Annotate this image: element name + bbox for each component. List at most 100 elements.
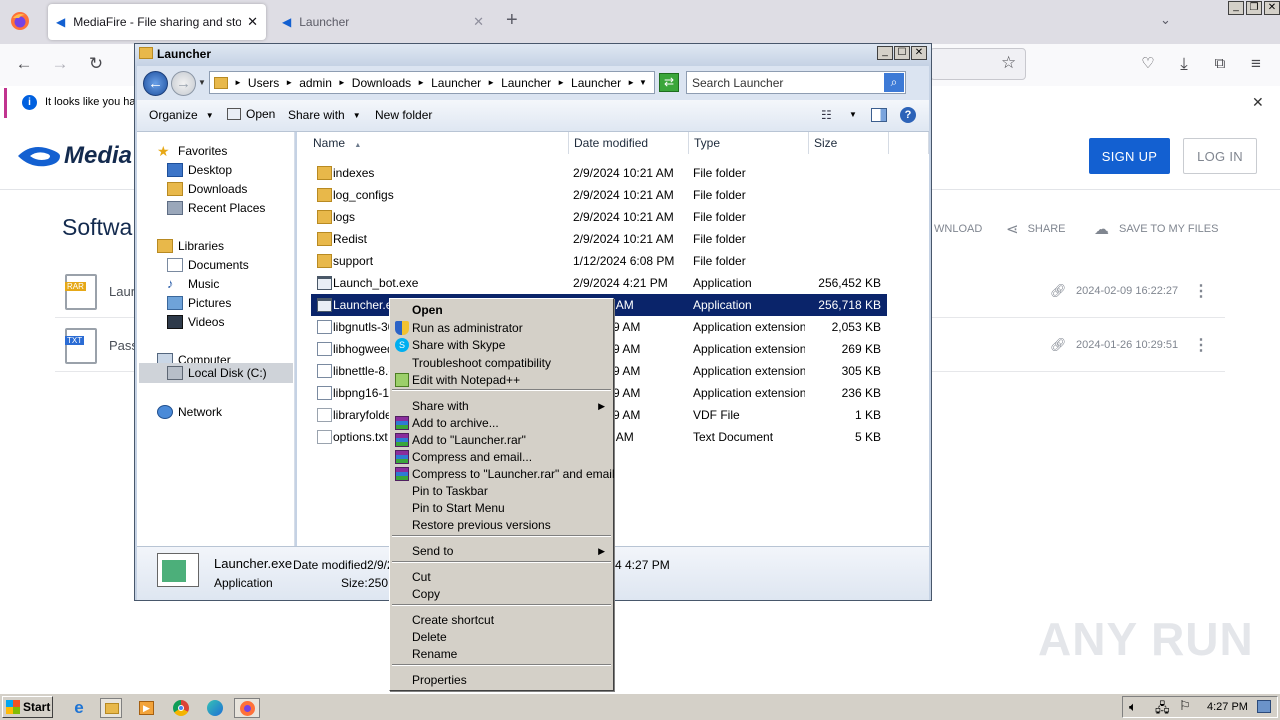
network-node[interactable]: Network (157, 405, 222, 419)
pocket-icon[interactable]: ♡ (1136, 52, 1160, 76)
media-player-icon[interactable]: ▶ (136, 698, 158, 718)
context-menu-item[interactable]: Compress to "Launcher.rar" and email (392, 466, 615, 483)
breadcrumb-launcher[interactable]: Launcher (501, 76, 551, 90)
column-header-date[interactable]: Date modified (569, 132, 689, 154)
reload-icon[interactable]: ↻ (84, 52, 108, 76)
breadcrumb-downloads[interactable]: Downloads (352, 76, 411, 90)
sign-up-button[interactable]: SIGN UP (1089, 138, 1170, 174)
close-tab-icon[interactable]: ✕ (247, 14, 258, 30)
context-menu-item[interactable]: Add to "Launcher.rar" (392, 432, 611, 449)
breadcrumb-users[interactable]: Users (248, 76, 279, 90)
views-dropdown-icon[interactable]: ▼ (849, 110, 857, 119)
search-input[interactable]: Search Launcher ⌕ (686, 71, 906, 94)
file-list-row[interactable]: Launch_bot.exe 2/9/2024 4:21 PM Applicatio… (311, 272, 887, 294)
file-list-row[interactable]: indexes 2/9/2024 10:21 AM File folder (311, 162, 887, 184)
tab-launcher[interactable]: ◀ Launcher ✕ (274, 4, 492, 40)
tab-mediafire[interactable]: ◀ MediaFire - File sharing and storag ✕ (48, 4, 266, 40)
open-button[interactable]: Open (227, 107, 275, 121)
preview-pane-icon[interactable] (871, 108, 887, 122)
context-menu-item[interactable]: Send to ▶ (392, 543, 611, 560)
help-icon[interactable]: ? (900, 107, 916, 123)
column-header-type[interactable]: Type (689, 132, 809, 154)
clock[interactable]: 4:27 PM (1207, 701, 1248, 713)
context-menu-item[interactable]: Delete (392, 629, 611, 646)
breadcrumb-launcher[interactable]: Launcher (571, 76, 621, 90)
context-menu-item[interactable]: Share with ▶ (392, 398, 611, 415)
extensions-icon[interactable]: ⧉ (1208, 52, 1232, 76)
restore-icon[interactable]: ❐ (1246, 1, 1262, 15)
save-to-my-files-action[interactable]: ☁ SAVE TO MY FILES (1094, 220, 1218, 238)
file-name[interactable]: Laur (109, 284, 135, 299)
maximize-icon[interactable]: ☐ (894, 46, 910, 60)
action-center-flag-icon[interactable]: ⚐ (1179, 698, 1191, 714)
forward-button[interactable]: → (171, 71, 196, 96)
file-list-row[interactable]: log_configs 2/9/2024 10:21 AM File folder (311, 184, 887, 206)
context-menu-item[interactable]: Troubleshoot compatibility (392, 355, 611, 372)
libraries-node[interactable]: Libraries (157, 239, 224, 253)
nav-videos[interactable]: Videos (167, 315, 224, 329)
nav-documents[interactable]: Documents (167, 258, 249, 272)
nav-downloads[interactable]: Downloads (167, 182, 247, 196)
context-menu-item[interactable]: S Share with Skype (392, 337, 611, 354)
column-header-name[interactable]: Name ▲ (307, 132, 569, 154)
context-menu-item[interactable]: Edit with Notepad++ (392, 372, 611, 389)
file-list-row[interactable]: Redist 2/9/2024 10:21 AM File folder (311, 228, 887, 250)
show-desktop-icon[interactable] (1257, 700, 1271, 713)
context-menu-item[interactable]: Run as administrator (392, 320, 611, 337)
internet-explorer-icon[interactable]: e (68, 698, 90, 718)
firefox-menu-icon[interactable] (10, 11, 30, 31)
context-menu-item[interactable]: Rename (392, 646, 611, 663)
context-menu-item[interactable]: Compress and email... (392, 449, 611, 466)
nav-local-disk[interactable]: Local Disk (C:) (139, 363, 293, 383)
refresh-icon[interactable]: ⇄ (659, 73, 679, 92)
bookmark-star-icon[interactable]: ☆ (1001, 53, 1016, 73)
back-button[interactable]: ← (143, 71, 168, 96)
context-menu-item[interactable]: Create shortcut (392, 612, 611, 629)
favorites-node[interactable]: ★ Favorites (157, 144, 227, 158)
history-dropdown-icon[interactable]: ▼ (198, 78, 206, 87)
volume-icon[interactable]: 🔈︎ (1129, 699, 1137, 715)
explorer-taskbar-icon[interactable] (100, 698, 122, 718)
breadcrumb-admin[interactable]: admin (299, 76, 332, 90)
network-tray-icon[interactable]: 🖧 (1155, 699, 1170, 720)
context-menu-item[interactable]: Copy (392, 586, 611, 603)
mediafire-logo[interactable]: Media (16, 142, 132, 170)
close-tab-icon[interactable]: ✕ (473, 14, 484, 30)
context-menu-item[interactable]: Open (392, 302, 611, 319)
log-in-button[interactable]: LOG IN (1183, 138, 1257, 174)
menu-icon[interactable]: ≡ (1244, 52, 1268, 76)
download-action[interactable]: WNLOAD (934, 223, 982, 235)
close-icon[interactable]: ✕ (911, 46, 927, 60)
file-list-row[interactable]: logs 2/9/2024 10:21 AM File folder (311, 206, 887, 228)
more-options-icon[interactable]: ⋮ (1193, 335, 1209, 355)
explorer-title-bar[interactable]: Launcher _ ☐ ✕ (135, 44, 931, 65)
column-header-size[interactable]: Size (809, 132, 889, 154)
minimize-icon[interactable]: _ (877, 46, 893, 60)
url-bar[interactable]: ☆ (930, 48, 1026, 80)
context-menu-item[interactable]: Pin to Start Menu (392, 500, 611, 517)
chrome-icon[interactable] (170, 698, 192, 718)
address-bar[interactable]: ► Users ► admin ► Downloads ► Launcher ►… (209, 71, 655, 94)
context-menu-item[interactable]: Pin to Taskbar (392, 483, 611, 500)
minimize-icon[interactable]: _ (1228, 1, 1244, 15)
link-icon[interactable]: 🔗︎ (1050, 283, 1067, 299)
more-options-icon[interactable]: ⋮ (1193, 281, 1209, 301)
context-menu-item[interactable]: Restore previous versions (392, 517, 611, 534)
address-dropdown-icon[interactable]: ▼ (639, 78, 647, 87)
search-icon[interactable]: ⌕ (884, 73, 904, 92)
context-menu-item[interactable]: Cut (392, 569, 611, 586)
file-list-row[interactable]: support 1/12/2024 6:08 PM File folder (311, 250, 887, 272)
firefox-taskbar-icon[interactable] (234, 698, 260, 718)
list-all-tabs-icon[interactable]: ⌄ (1160, 12, 1171, 28)
nav-music[interactable]: ♪ Music (167, 277, 219, 292)
new-tab-button[interactable]: + (506, 9, 518, 32)
views-icon[interactable]: ☷ (821, 108, 832, 122)
downloads-icon[interactable]: ⤓ (1172, 52, 1196, 76)
forward-icon[interactable]: → (48, 52, 72, 76)
nav-desktop[interactable]: Desktop (167, 163, 232, 177)
close-icon[interactable]: ✕ (1264, 1, 1280, 15)
nav-pictures[interactable]: Pictures (167, 296, 231, 310)
start-button[interactable]: Start (2, 696, 53, 718)
share-with-button[interactable]: Share with ▼ (288, 108, 361, 122)
close-notification-icon[interactable]: ✕ (1252, 94, 1264, 111)
